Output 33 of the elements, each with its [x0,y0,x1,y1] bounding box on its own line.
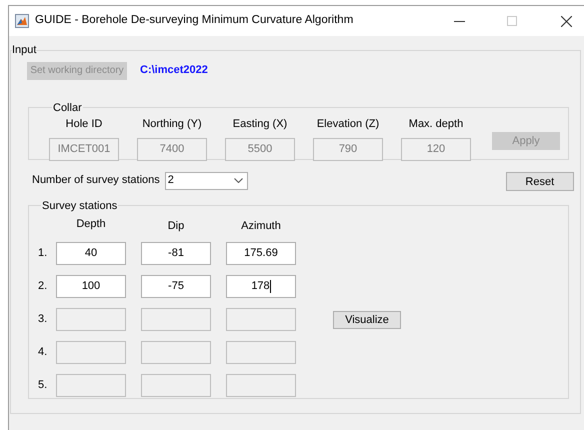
field-label: Northing (Y) [142,117,202,132]
input-field[interactable]: 178 [226,274,296,298]
app-logo-icon [15,14,29,28]
panel-title: Collar [52,100,83,116]
row-number: 1. [38,246,48,261]
field-label: Max. depth [408,117,464,132]
input-field[interactable]: 100 [56,274,126,298]
input-field[interactable]: -75 [141,274,211,298]
column-header: Azimuth [240,219,282,234]
row-number: 2. [38,278,48,294]
chevron-down-icon [234,178,243,183]
row-number: 5. [38,378,48,393]
field-label: Hole ID [66,117,102,132]
field-label: Number of survey stations [32,173,160,188]
visualize-button[interactable]: Visualize [333,311,401,329]
input-field[interactable]: -81 [141,242,211,264]
column-header: Dip [166,219,186,234]
row-number: 3. [38,312,48,327]
field-label: Elevation (Z) [316,117,380,132]
maximize-icon[interactable] [507,16,517,26]
row-number: 4. [38,344,48,360]
field-label: Easting (X) [232,117,288,132]
close-icon[interactable] [561,16,572,26]
input-field[interactable]: 40 [56,242,126,264]
minimize-icon[interactable] [454,20,465,22]
directory-path: C:\imcet2022 [140,63,208,78]
window-title: GUIDE - Borehole De-surveying Minimum Curvature Algorithm [35,13,354,28]
input-field[interactable]: 175.69 [226,242,296,264]
panel-title: Survey stations [41,198,118,214]
column-header: Depth [75,217,107,232]
reset-button[interactable]: Reset [506,172,574,192]
panel-title: Input [12,43,36,58]
stations-dropdown[interactable]: 2 [164,172,248,190]
